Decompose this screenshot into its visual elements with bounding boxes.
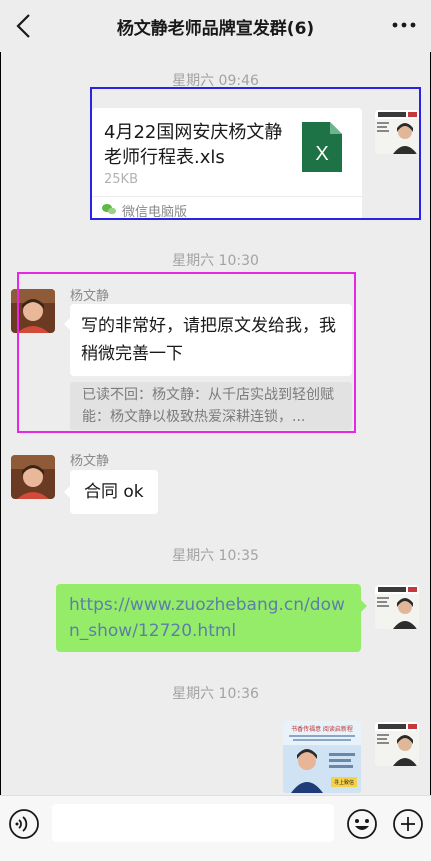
more-options-icon[interactable] [391, 14, 417, 36]
svg-text:寻上致信: 寻上致信 [334, 779, 354, 786]
input-bar [0, 795, 431, 861]
chat-header: 杨文静老师品牌宣发群(6) [0, 0, 431, 52]
chat-title: 杨文静老师品牌宣发群(6) [116, 19, 315, 39]
highlight-box-blue [90, 87, 421, 220]
voice-input-icon[interactable] [8, 808, 40, 840]
message-input[interactable] [52, 804, 334, 842]
emoji-icon[interactable] [346, 808, 378, 840]
link-message-bubble[interactable]: https://www.zuozhebang.cn/down_show/1272… [56, 584, 361, 652]
timestamp: 星期六 10:36 [172, 686, 259, 702]
my-avatar[interactable] [375, 722, 419, 766]
sender-name: 杨文静 [70, 454, 110, 469]
message-bubble[interactable]: 合同 ok [70, 470, 158, 514]
back-arrow-icon[interactable] [12, 12, 36, 40]
my-avatar[interactable] [375, 585, 419, 629]
timestamp: 星期六 10:35 [172, 548, 259, 564]
bubble-tail [361, 600, 367, 612]
sender-avatar[interactable] [11, 455, 55, 499]
image-message[interactable]: 书香传福意 阅读启新程 寻上致信 [283, 721, 361, 793]
svg-text:书香传福意 阅读启新程: 书香传福意 阅读启新程 [291, 725, 353, 733]
add-more-icon[interactable] [392, 808, 424, 840]
highlight-box-pink [17, 272, 356, 433]
timestamp: 星期六 10:30 [172, 253, 259, 269]
